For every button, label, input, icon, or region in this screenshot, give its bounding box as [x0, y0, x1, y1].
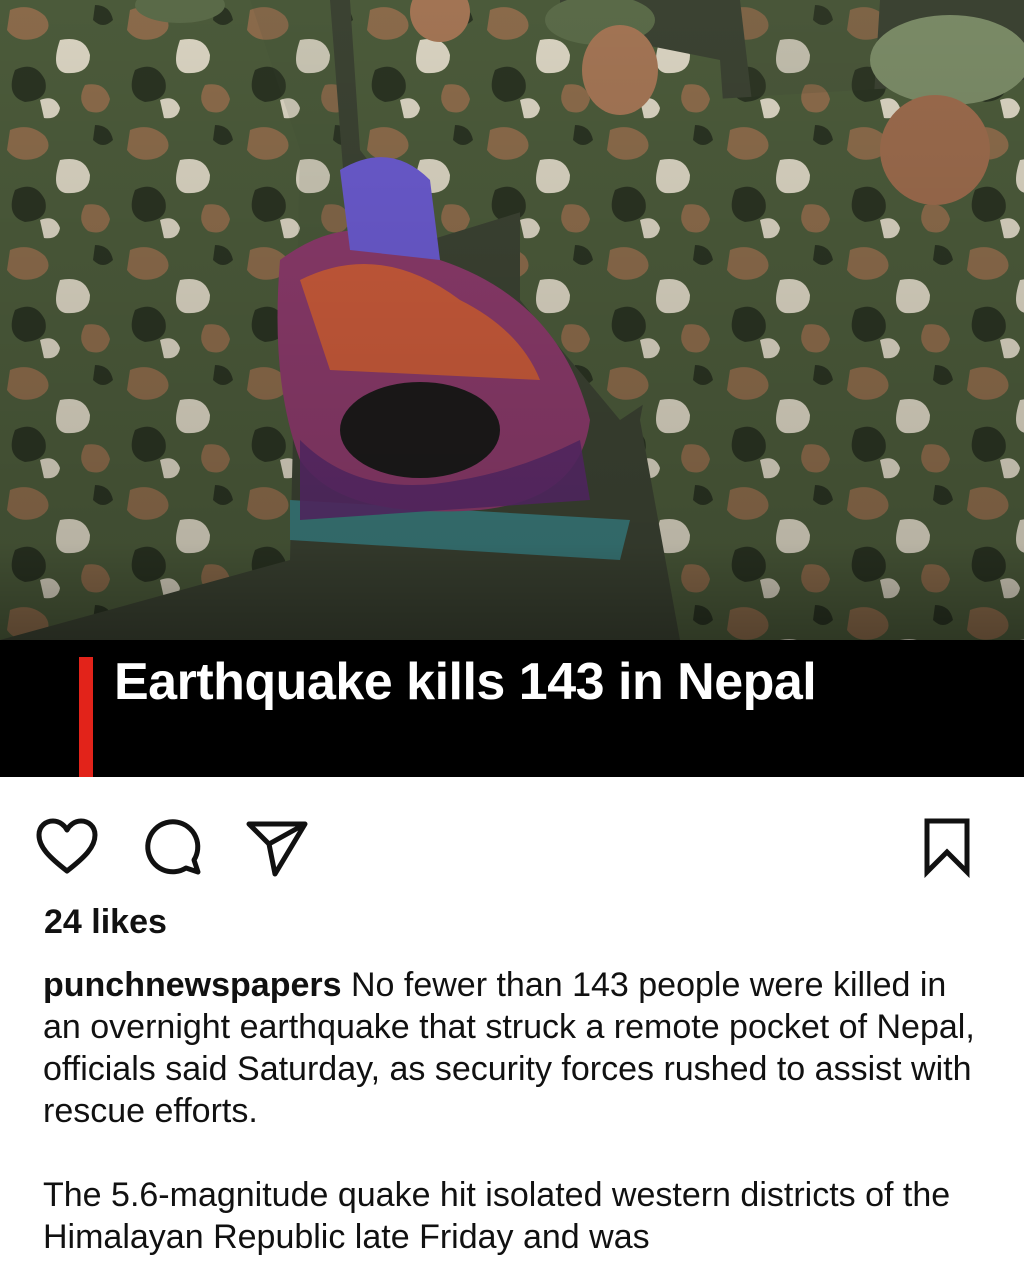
- save-button[interactable]: [912, 812, 982, 882]
- paper-plane-icon: [246, 821, 308, 877]
- comment-icon: [145, 819, 201, 875]
- headline-text: Earthquake kills 143 in Nepal: [114, 653, 817, 711]
- caption-paragraph-2: The 5.6-magnitude quake hit isolated wes…: [43, 1176, 951, 1256]
- post-caption: punchnewspapers No fewer than 143 people…: [43, 964, 993, 1258]
- like-button[interactable]: [32, 812, 102, 882]
- share-button[interactable]: [242, 812, 312, 882]
- caption-paragraph-1: punchnewspapers No fewer than 143 people…: [43, 964, 993, 1132]
- post-image[interactable]: Earthquake kills 143 in Nepal: [0, 0, 1024, 777]
- likes-count[interactable]: 24 likes: [44, 903, 167, 942]
- caption-username[interactable]: punchnewspapers: [43, 966, 342, 1004]
- headline-accent-bar: [79, 657, 93, 777]
- action-bar: [0, 800, 1024, 890]
- comment-button[interactable]: [138, 812, 208, 882]
- heart-icon: [36, 818, 98, 874]
- bookmark-icon: [924, 818, 970, 878]
